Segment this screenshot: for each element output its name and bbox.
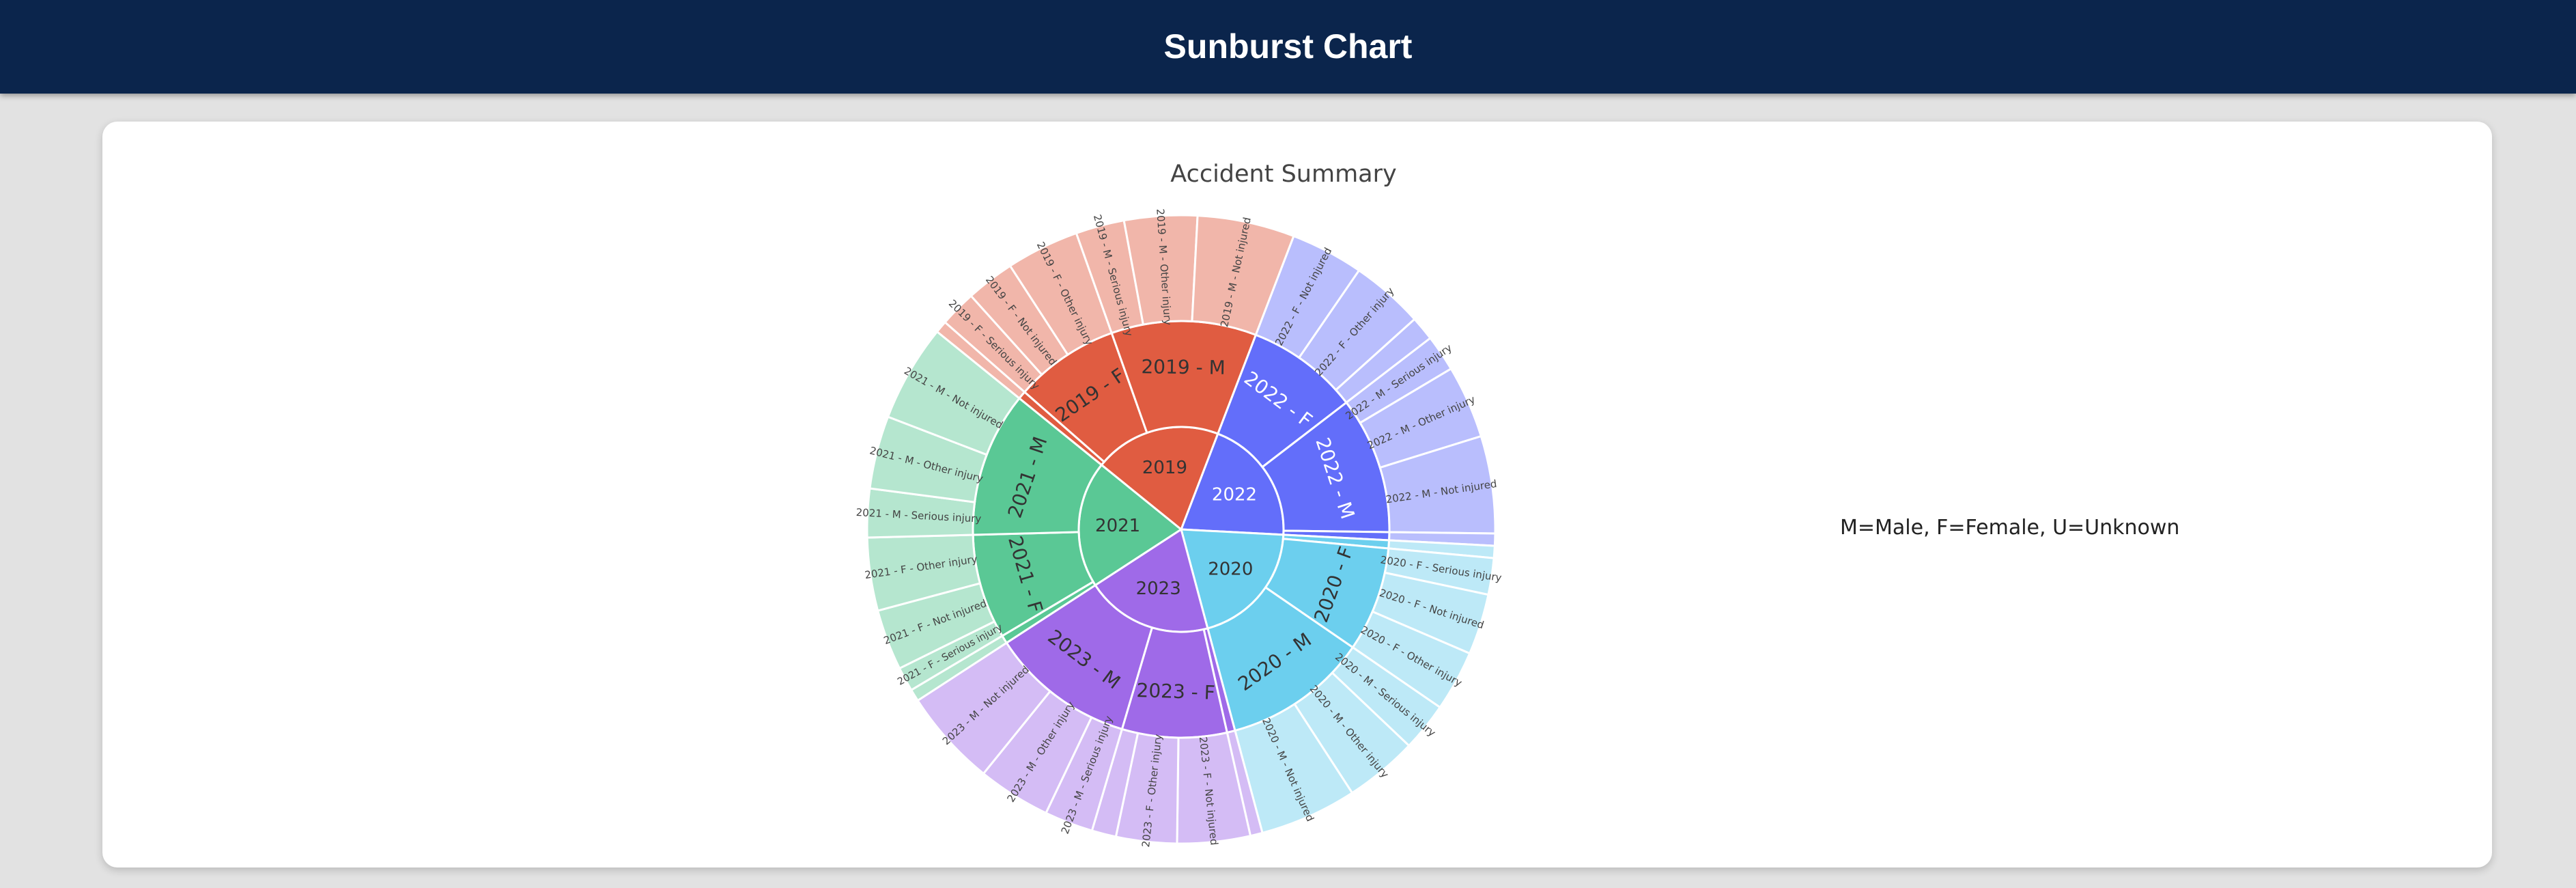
legend-note: M=Male, F=Female, U=Unknown bbox=[1840, 516, 2180, 540]
top-header-bar: Sunburst Chart bbox=[0, 0, 2576, 94]
sunburst-chart: 20222022 - F2022 - F - Not injured2022 -… bbox=[855, 208, 1503, 848]
year-label-2021: 2021 bbox=[1095, 516, 1140, 536]
gender-label-2019-m: 2019 - M bbox=[1141, 355, 1226, 379]
page-title: Sunburst Chart bbox=[1163, 27, 1413, 66]
year-label-2022: 2022 bbox=[1212, 484, 1257, 505]
year-label-2019: 2019 bbox=[1142, 458, 1187, 478]
gender-label-2023-f: 2023 - F bbox=[1136, 679, 1215, 704]
chart-card: Accident Summary 2022 2022 - F 2022 - F - … bbox=[102, 122, 2492, 868]
year-label-2023: 2023 bbox=[1136, 579, 1181, 599]
year-label-2020: 2020 bbox=[1208, 559, 1253, 580]
